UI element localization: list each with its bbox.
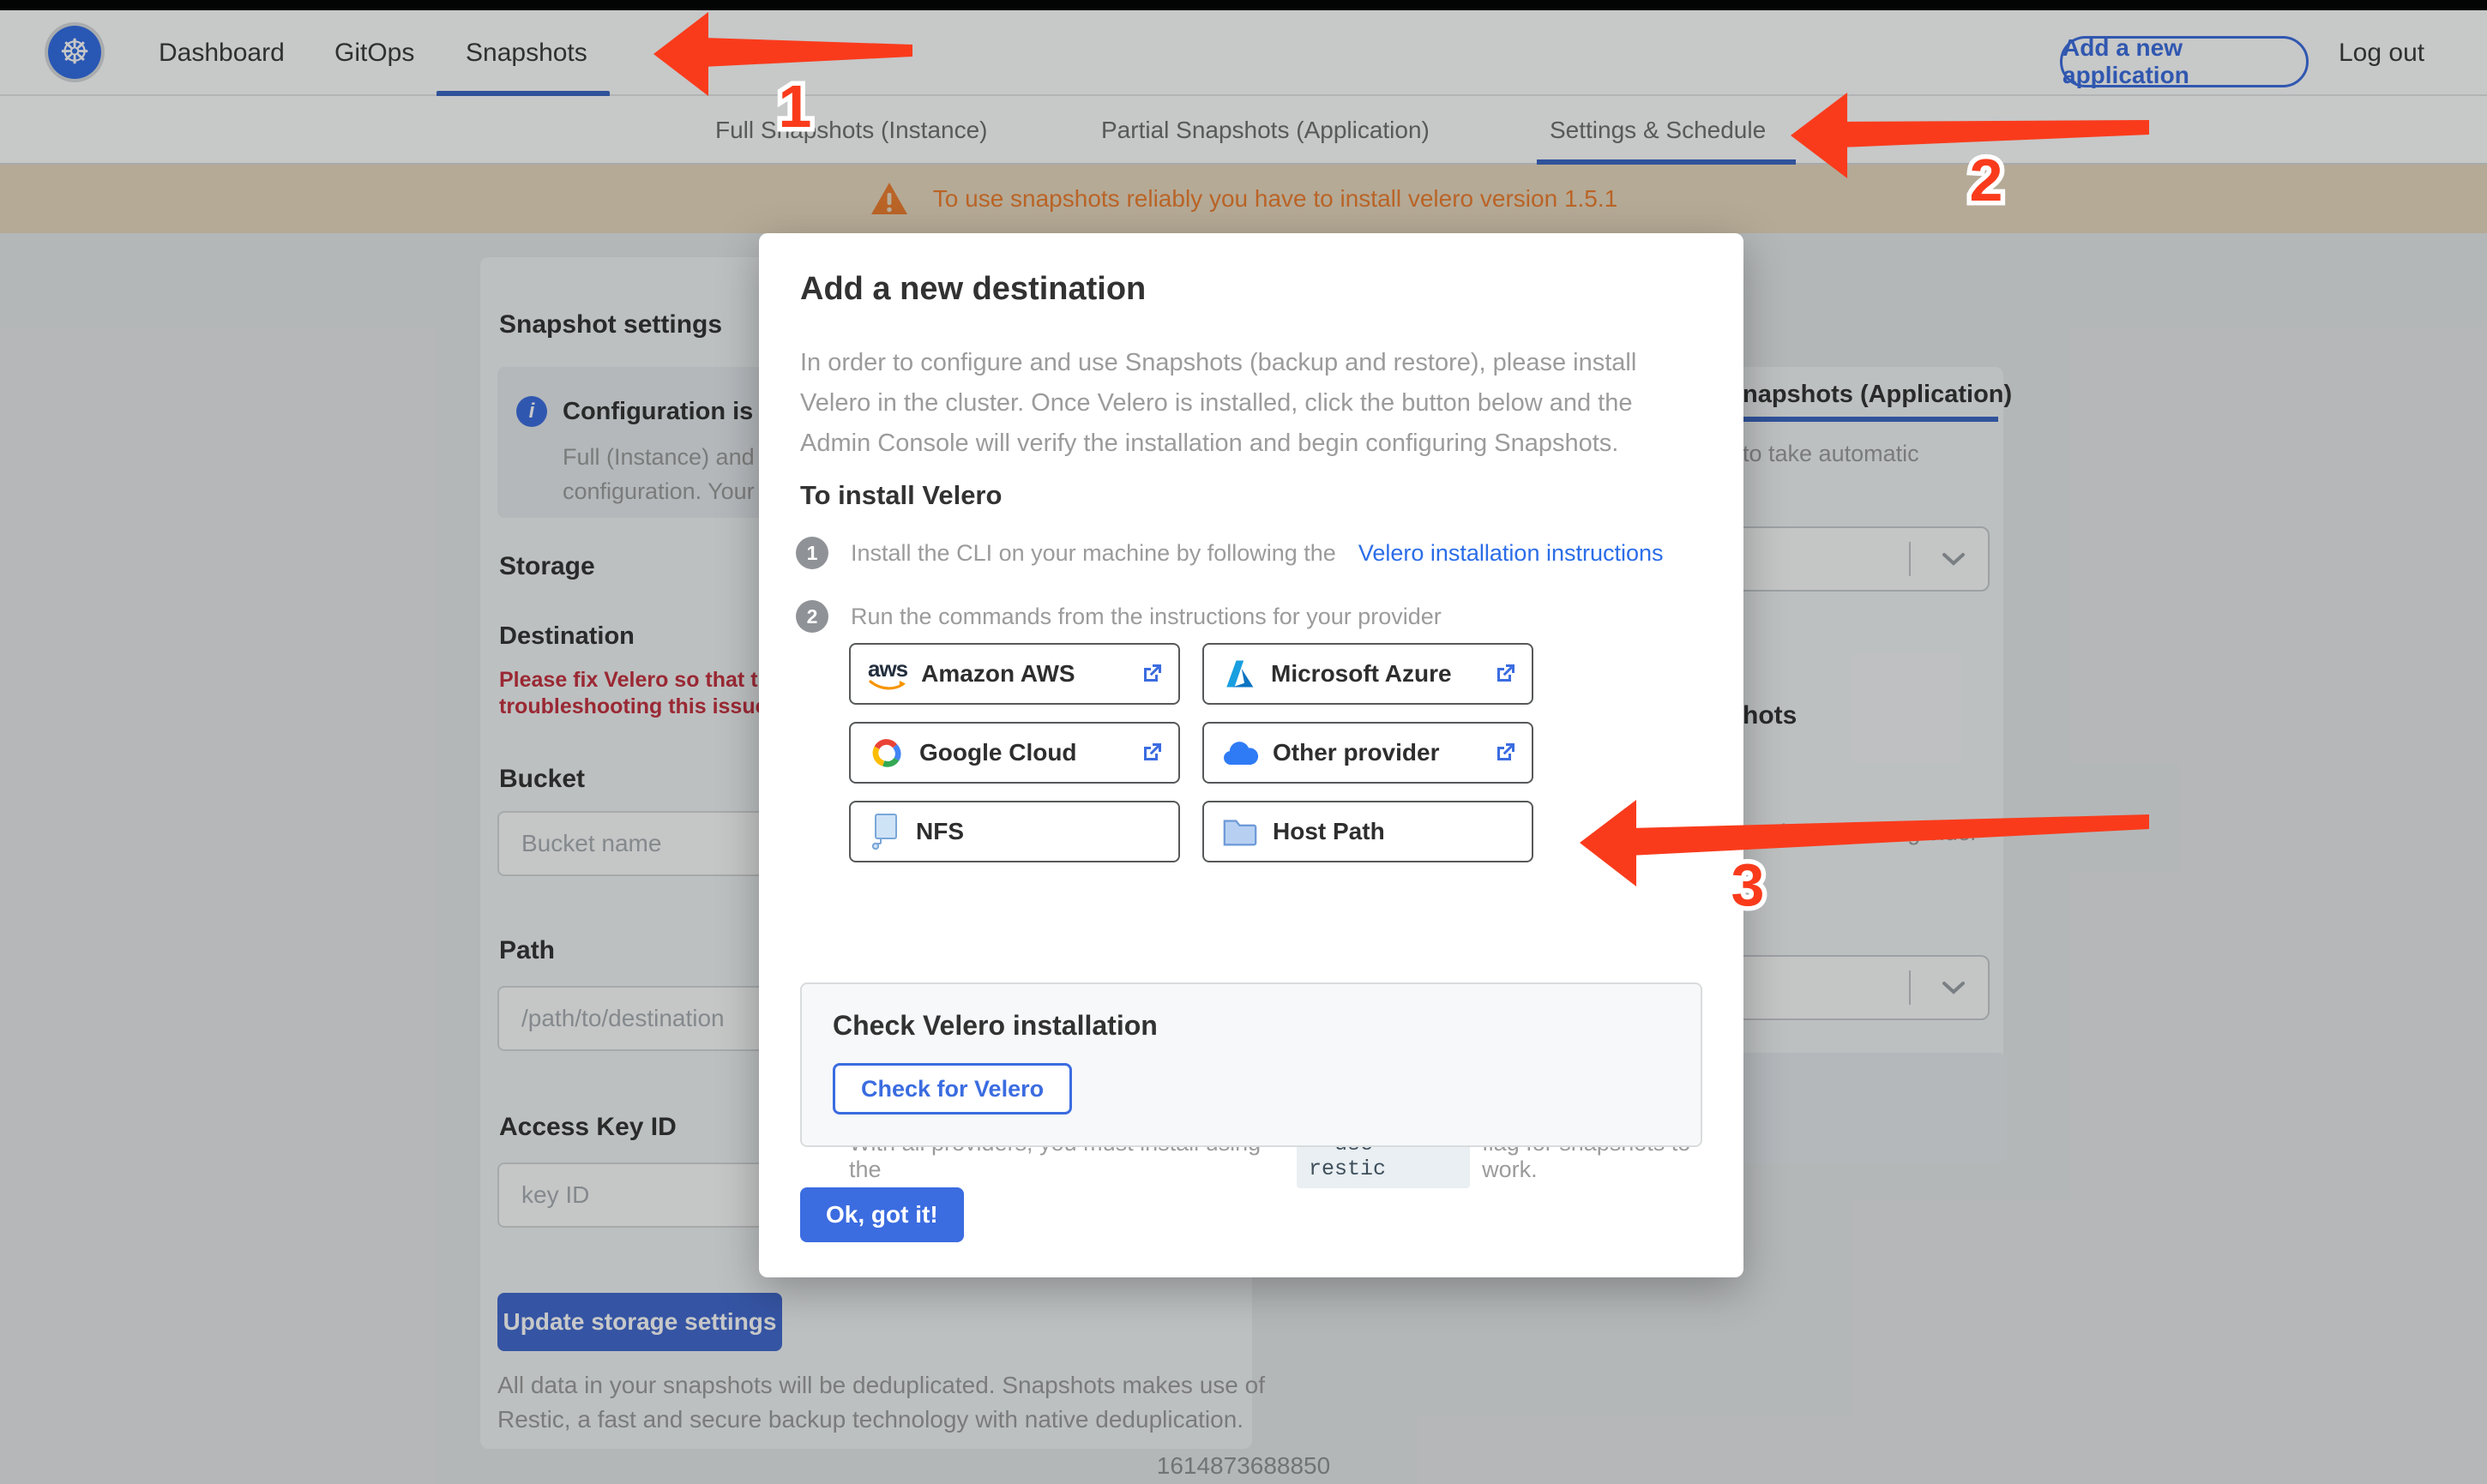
provider-card-aws[interactable]: aws Amazon AWS	[849, 643, 1180, 705]
step-1-number: 1	[796, 537, 828, 569]
check-velero-title: Check Velero installation	[833, 1010, 1158, 1041]
install-step-2: 2 Run the commands from the instructions…	[796, 600, 1442, 633]
external-link-icon[interactable]	[1139, 661, 1165, 687]
provider-grid: aws Amazon AWS Microsoft Azure Google Cl…	[849, 643, 1535, 862]
provider-label: Google Cloud	[919, 739, 1077, 766]
provider-card-azure[interactable]: Microsoft Azure	[1202, 643, 1533, 705]
check-velero-section: Check Velero installation Check for Vele…	[800, 982, 1702, 1147]
cloud-icon	[1224, 742, 1259, 765]
azure-icon	[1226, 660, 1254, 688]
provider-card-other[interactable]: Other provider	[1202, 722, 1533, 784]
provider-label: NFS	[916, 818, 964, 844]
provider-label: Host Path	[1273, 818, 1385, 844]
nfs-icon	[871, 814, 897, 850]
google-cloud-icon	[872, 739, 901, 767]
external-link-icon[interactable]	[1139, 740, 1165, 766]
provider-label: Amazon AWS	[921, 660, 1075, 687]
add-destination-modal: Add a new destination In order to config…	[759, 233, 1743, 1277]
step-2-number: 2	[796, 600, 828, 633]
install-step-1: 1 Install the CLI on your machine by fol…	[796, 537, 1664, 569]
external-link-icon[interactable]	[1492, 661, 1518, 687]
provider-card-hostpath[interactable]: Host Path	[1202, 801, 1533, 862]
install-velero-heading: To install Velero	[800, 480, 1003, 510]
velero-instructions-link[interactable]: Velero installation instructions	[1358, 540, 1664, 567]
provider-label: Other provider	[1273, 739, 1440, 766]
screen: ☸ Dashboard GitOps Snapshots Add a new a…	[0, 0, 2487, 1484]
provider-card-gcloud[interactable]: Google Cloud	[849, 722, 1180, 784]
aws-icon: aws	[868, 658, 908, 691]
modal-description: In order to configure and use Snapshots …	[800, 349, 1637, 457]
provider-label: Microsoft Azure	[1271, 660, 1452, 687]
step-2-text: Run the commands from the instructions f…	[851, 603, 1442, 629]
step-1-text: Install the CLI on your machine by follo…	[851, 539, 1336, 566]
ok-got-it-button[interactable]: Ok, got it!	[800, 1187, 964, 1242]
provider-card-nfs[interactable]: NFS	[849, 801, 1180, 862]
external-link-icon[interactable]	[1492, 740, 1518, 766]
check-for-velero-button[interactable]: Check for Velero	[833, 1063, 1073, 1115]
modal-title: Add a new destination	[800, 271, 1147, 307]
folder-icon	[1223, 820, 1257, 846]
